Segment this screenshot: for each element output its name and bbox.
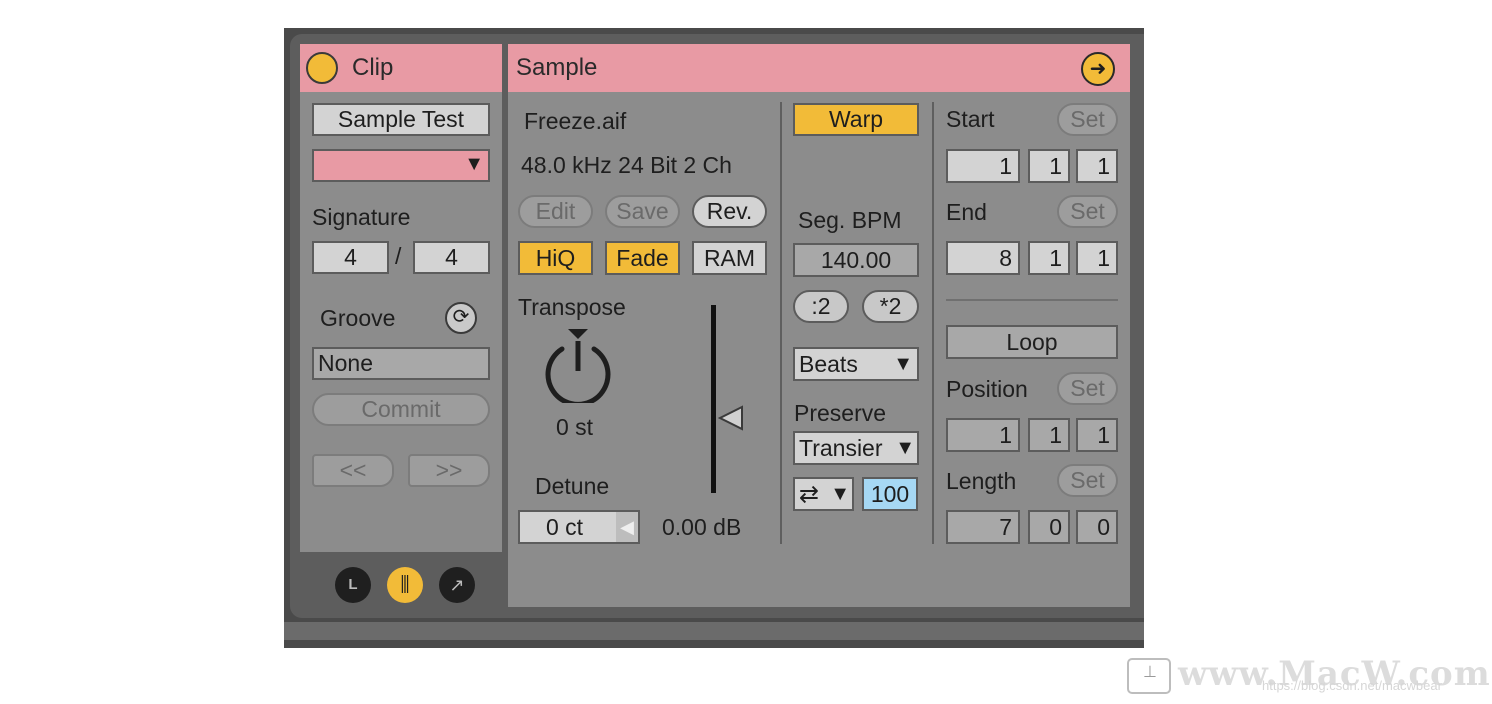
end-bars-field[interactable]: 8: [946, 241, 1020, 275]
signature-label: Signature: [312, 204, 411, 230]
envelope-icon[interactable]: ↗: [439, 567, 475, 603]
clip-title: Clip: [352, 54, 394, 81]
knob-icon: [545, 329, 611, 407]
half-tempo-button[interactable]: :2: [793, 290, 849, 323]
position-beats-field[interactable]: 1: [1028, 418, 1070, 452]
transpose-knob[interactable]: [540, 327, 616, 407]
transpose-value: 0 st: [556, 414, 594, 440]
device-bottom-strip: [284, 622, 1144, 640]
position-label: Position: [946, 376, 1028, 402]
end-set-button[interactable]: Set: [1057, 195, 1118, 228]
seg-bpm-label: Seg. BPM: [798, 207, 902, 233]
double-tempo-button[interactable]: *2: [862, 290, 919, 323]
separator: [932, 102, 934, 544]
gain-slider-track[interactable]: [711, 305, 716, 493]
arrow-right-icon[interactable]: ➜: [1081, 52, 1115, 86]
length-label: Length: [946, 468, 1017, 494]
length-bars-field[interactable]: 7: [946, 510, 1020, 544]
save-button[interactable]: Save: [605, 195, 680, 228]
start-set-button[interactable]: Set: [1057, 103, 1118, 136]
sample-file-name: Freeze.aif: [524, 108, 627, 134]
signature-numerator[interactable]: 4: [312, 241, 389, 274]
transpose-label: Transpose: [518, 294, 626, 320]
sample-waveform-icon[interactable]: ⫼: [387, 567, 423, 603]
loop-toggle[interactable]: Loop: [946, 325, 1118, 359]
start-sixteenths-field[interactable]: 1: [1076, 149, 1118, 183]
sample-file-info: 48.0 kHz 24 Bit 2 Ch: [521, 152, 732, 178]
position-bars-field[interactable]: 1: [946, 418, 1020, 452]
length-sixteenths-field[interactable]: 0: [1076, 510, 1118, 544]
preserve-select[interactable]: Transier ▼: [793, 431, 919, 465]
gain-slider-handle[interactable]: [717, 404, 746, 432]
clip-name-field[interactable]: Sample Test: [312, 103, 490, 136]
signature-denominator[interactable]: 4: [413, 241, 490, 274]
nav-next-button[interactable]: >>: [408, 454, 490, 487]
length-beats-field[interactable]: 0: [1028, 510, 1070, 544]
detune-field[interactable]: 0 ct ◀: [518, 510, 640, 544]
seg-bpm-field[interactable]: 140.00: [793, 243, 919, 277]
detune-value: 0 ct: [546, 514, 584, 540]
chevron-down-icon: ▼: [464, 153, 484, 175]
start-beats-field[interactable]: 1: [1028, 149, 1070, 183]
start-bars-field[interactable]: 1: [946, 149, 1020, 183]
commit-button[interactable]: Commit: [312, 393, 490, 426]
launch-icon[interactable]: L: [335, 567, 371, 603]
ram-toggle[interactable]: RAM: [692, 241, 767, 275]
watermark-url: https://blog.csdn.net/macwbear: [1262, 678, 1442, 693]
loop-mode-select[interactable]: ⇄ ▼: [793, 477, 854, 511]
chevron-down-icon: ▼: [895, 433, 915, 463]
end-sixteenths-field[interactable]: 1: [1076, 241, 1118, 275]
reverse-button[interactable]: Rev.: [692, 195, 767, 228]
end-beats-field[interactable]: 1: [1028, 241, 1070, 275]
start-label: Start: [946, 106, 995, 132]
triangle-left-icon: ◀: [616, 512, 638, 542]
separator: [780, 102, 782, 544]
chevron-down-icon: ▼: [893, 353, 913, 375]
loop-mode-icon: ⇄: [799, 481, 820, 508]
clip-activator-button[interactable]: [306, 52, 338, 84]
warp-toggle[interactable]: Warp: [793, 103, 919, 136]
envelope-amount-field[interactable]: 100: [862, 477, 918, 511]
signature-slash: /: [395, 243, 402, 269]
triangle-left-icon: [717, 405, 743, 431]
preserve-label: Preserve: [794, 400, 887, 426]
edit-button[interactable]: Edit: [518, 195, 593, 228]
length-set-button[interactable]: Set: [1057, 464, 1118, 497]
preserve-value: Transier: [799, 435, 883, 461]
fade-toggle[interactable]: Fade: [605, 241, 680, 275]
clip-color-dropdown[interactable]: ▼: [312, 149, 490, 182]
warp-mode-value: Beats: [799, 351, 858, 377]
end-label: End: [946, 199, 987, 225]
groove-select[interactable]: None: [312, 347, 490, 380]
watermark-logo-icon: ⊥: [1127, 658, 1171, 694]
detune-label: Detune: [535, 473, 610, 499]
hiq-toggle[interactable]: HiQ: [518, 241, 593, 275]
sample-header: Sample ➜: [508, 44, 1130, 92]
chevron-down-icon: ▼: [830, 483, 850, 505]
warp-mode-select[interactable]: Beats ▼: [793, 347, 919, 381]
groove-hot-swap-icon[interactable]: ⟳: [445, 302, 477, 334]
groove-label: Groove: [320, 305, 396, 331]
sample-title: Sample: [516, 54, 598, 81]
clip-header: Clip: [300, 44, 502, 92]
divider: [946, 299, 1118, 301]
gain-value: 0.00 dB: [662, 514, 742, 540]
position-sixteenths-field[interactable]: 1: [1076, 418, 1118, 452]
position-set-button[interactable]: Set: [1057, 372, 1118, 405]
nav-prev-button[interactable]: <<: [312, 454, 394, 487]
